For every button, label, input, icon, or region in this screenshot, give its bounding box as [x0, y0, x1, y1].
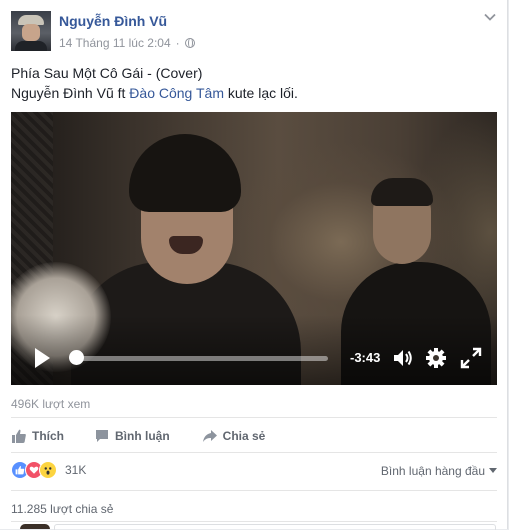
settings-gear-icon[interactable] [425, 347, 447, 369]
post-text-line-2: Nguyễn Đình Vũ ft Đào Công Tâm kute lạc … [11, 85, 298, 101]
post-header: Nguyễn Đình Vũ 14 Tháng 11 lúc 2:04 · [11, 11, 497, 55]
commenter-avatar [20, 524, 50, 529]
post-meta: 14 Tháng 11 lúc 2:04 · [59, 36, 195, 50]
divider [11, 417, 497, 418]
fullscreen-icon[interactable] [460, 347, 482, 369]
share-count[interactable]: 11.285 lượt chia sẻ [11, 502, 113, 516]
tagged-user-link[interactable]: Đào Công Tâm [129, 85, 224, 101]
post-text-line-1: Phía Sau Một Cô Gái - (Cover) [11, 65, 203, 81]
divider [11, 452, 497, 453]
video-progress-track[interactable] [71, 356, 328, 361]
comment-input[interactable] [54, 524, 496, 530]
comment-sort-label: Bình luận hàng đầu [380, 464, 485, 478]
meta-separator: · [175, 36, 180, 50]
divider [11, 490, 497, 491]
post-text-prefix: Nguyễn Đình Vũ ft [11, 85, 130, 101]
post-card: Nguyễn Đình Vũ 14 Tháng 11 lúc 2:04 · Ph… [0, 0, 508, 530]
like-button[interactable]: Thích [11, 428, 64, 444]
volume-icon[interactable] [392, 347, 414, 369]
comment-icon [96, 430, 108, 442]
caret-down-icon [489, 468, 497, 473]
action-bar: Thích Bình luận Chia sẻ [11, 425, 265, 447]
comment-sort-dropdown[interactable]: Bình luận hàng đầu [381, 464, 497, 478]
thumbs-up-icon [12, 429, 26, 443]
share-label: Chia sẻ [222, 429, 266, 443]
post-text-suffix: kute lạc lối. [223, 85, 298, 101]
video-progress-knob[interactable] [68, 350, 84, 365]
author-avatar[interactable] [11, 11, 51, 51]
divider [11, 521, 497, 522]
reactions-count: 31K [65, 463, 87, 477]
view-count: 496K lượt xem [11, 397, 91, 411]
like-label: Thích [32, 429, 64, 443]
comment-button[interactable]: Bình luận [94, 428, 170, 444]
play-icon[interactable] [33, 347, 51, 369]
chevron-down-icon[interactable] [483, 10, 497, 24]
wow-reaction-icon [39, 461, 57, 479]
post-timestamp[interactable]: 14 Tháng 11 lúc 2:04 [59, 36, 171, 50]
comment-label: Bình luận [115, 429, 170, 443]
share-button[interactable]: Chia sẻ [202, 428, 266, 444]
author-name[interactable]: Nguyễn Đình Vũ [59, 13, 167, 29]
share-arrow-icon [202, 430, 217, 442]
reactions-summary[interactable]: 31K [11, 461, 86, 479]
video-controls: -3:43 [11, 331, 497, 385]
time-remaining: -3:43 [350, 350, 381, 365]
video-player[interactable]: -3:43 [11, 112, 497, 385]
globe-icon[interactable] [184, 38, 195, 48]
